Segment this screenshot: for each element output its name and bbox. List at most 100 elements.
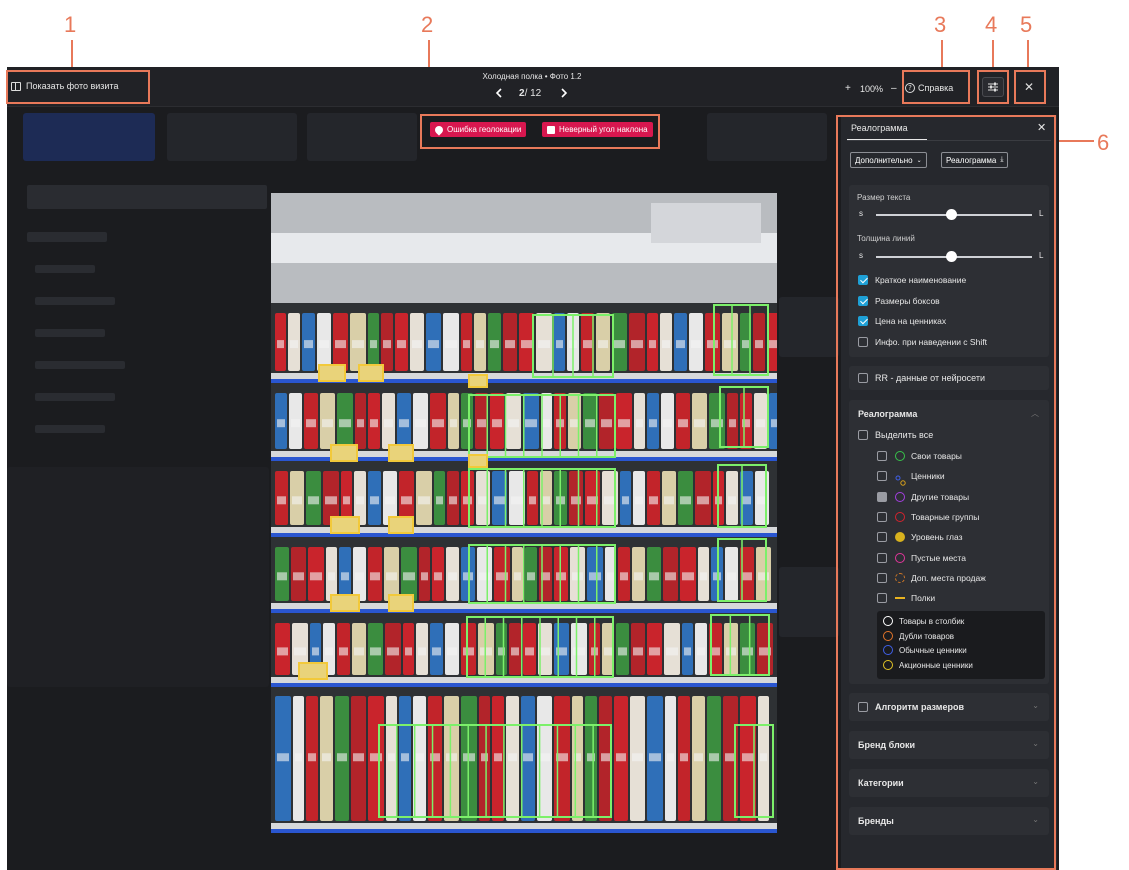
bg-card xyxy=(307,113,417,161)
product-label xyxy=(339,647,348,656)
bg-row xyxy=(35,297,115,305)
callout-box-1 xyxy=(6,70,150,104)
product-label xyxy=(421,572,428,581)
product-label xyxy=(325,496,337,505)
page-total: / 12 xyxy=(524,88,542,99)
callout-line-3 xyxy=(941,40,943,69)
product-label xyxy=(649,496,658,505)
product-label xyxy=(476,340,484,349)
price-tag-box xyxy=(358,364,384,382)
chevron-left-icon xyxy=(495,88,502,98)
product-label xyxy=(601,753,610,762)
product-label xyxy=(355,572,364,581)
shelf-photo[interactable] xyxy=(271,193,777,833)
product-label xyxy=(353,753,364,762)
product-label xyxy=(494,496,505,505)
product-label xyxy=(511,647,519,656)
product-label xyxy=(370,419,378,428)
product-label xyxy=(543,419,550,428)
zoom-out-button[interactable]: – xyxy=(891,83,897,94)
product-label xyxy=(463,647,474,656)
product-label xyxy=(432,419,444,428)
price-tag-box xyxy=(468,374,488,388)
shelf-edge xyxy=(271,823,777,829)
product-label xyxy=(649,419,657,428)
price-tag-box xyxy=(388,516,414,534)
product-label xyxy=(277,496,286,505)
bg-card xyxy=(7,467,269,687)
product-label xyxy=(604,647,612,656)
product-label xyxy=(295,753,302,762)
next-photo-button[interactable] xyxy=(560,88,568,100)
price-tag-box xyxy=(330,444,358,462)
product-label xyxy=(598,340,608,349)
prev-photo-button[interactable] xyxy=(495,88,503,101)
product-label xyxy=(337,753,347,762)
product-label xyxy=(418,647,426,656)
product-label xyxy=(527,572,535,581)
product-label xyxy=(319,340,329,349)
product-label xyxy=(290,340,298,349)
product-label xyxy=(292,496,302,505)
product-label xyxy=(352,340,364,349)
zoom-in-button[interactable]: + xyxy=(845,83,851,94)
product-label xyxy=(463,340,470,349)
product-label xyxy=(614,340,625,349)
product-label xyxy=(691,340,701,349)
product-label xyxy=(742,419,750,428)
product-label xyxy=(709,753,719,762)
product-label xyxy=(450,419,457,428)
product-label xyxy=(666,647,678,656)
product-label xyxy=(631,340,643,349)
page-indicator: 2/ 12 xyxy=(519,88,541,99)
product-label xyxy=(616,753,626,762)
product-label xyxy=(357,419,364,428)
product-label xyxy=(508,419,519,428)
product-label xyxy=(322,753,331,762)
price-tag-box xyxy=(388,594,414,612)
product-label xyxy=(632,753,643,762)
product-label xyxy=(277,340,284,349)
product-label xyxy=(405,647,412,656)
product-label xyxy=(370,647,381,656)
product-label xyxy=(542,496,550,505)
product-label xyxy=(667,753,674,762)
product-label xyxy=(663,419,672,428)
product-label xyxy=(293,572,304,581)
product-label xyxy=(589,572,601,581)
product-label xyxy=(755,340,763,349)
product-label xyxy=(618,647,627,656)
product-label xyxy=(322,419,333,428)
callout-4: 4 xyxy=(985,12,998,37)
product-label xyxy=(760,753,767,762)
product-label xyxy=(428,340,439,349)
bg-row xyxy=(27,185,267,209)
product-label xyxy=(514,572,521,581)
product-label xyxy=(538,340,550,349)
product-label xyxy=(525,647,534,656)
product-label xyxy=(312,647,319,656)
product-label xyxy=(711,647,720,656)
product-label xyxy=(418,496,430,505)
product-label xyxy=(304,340,313,349)
product-label xyxy=(724,340,736,349)
product-label xyxy=(387,647,399,656)
product-label xyxy=(384,419,393,428)
product-label xyxy=(397,340,406,349)
fridge-label xyxy=(651,203,761,243)
product-label xyxy=(742,647,753,656)
callout-box-2 xyxy=(420,114,660,149)
product-label xyxy=(490,340,499,349)
product-label xyxy=(325,647,333,656)
product-label xyxy=(694,419,705,428)
product-label xyxy=(649,572,659,581)
product-label xyxy=(697,496,709,505)
product-label xyxy=(415,753,424,762)
product-label xyxy=(680,753,688,762)
product-label xyxy=(328,572,335,581)
photo-title: Холодная полка • Фото 1.2 xyxy=(482,72,582,81)
callout-box-5 xyxy=(1014,70,1046,104)
callout-3: 3 xyxy=(934,12,947,37)
product-label xyxy=(370,572,380,581)
product-label xyxy=(758,572,769,581)
